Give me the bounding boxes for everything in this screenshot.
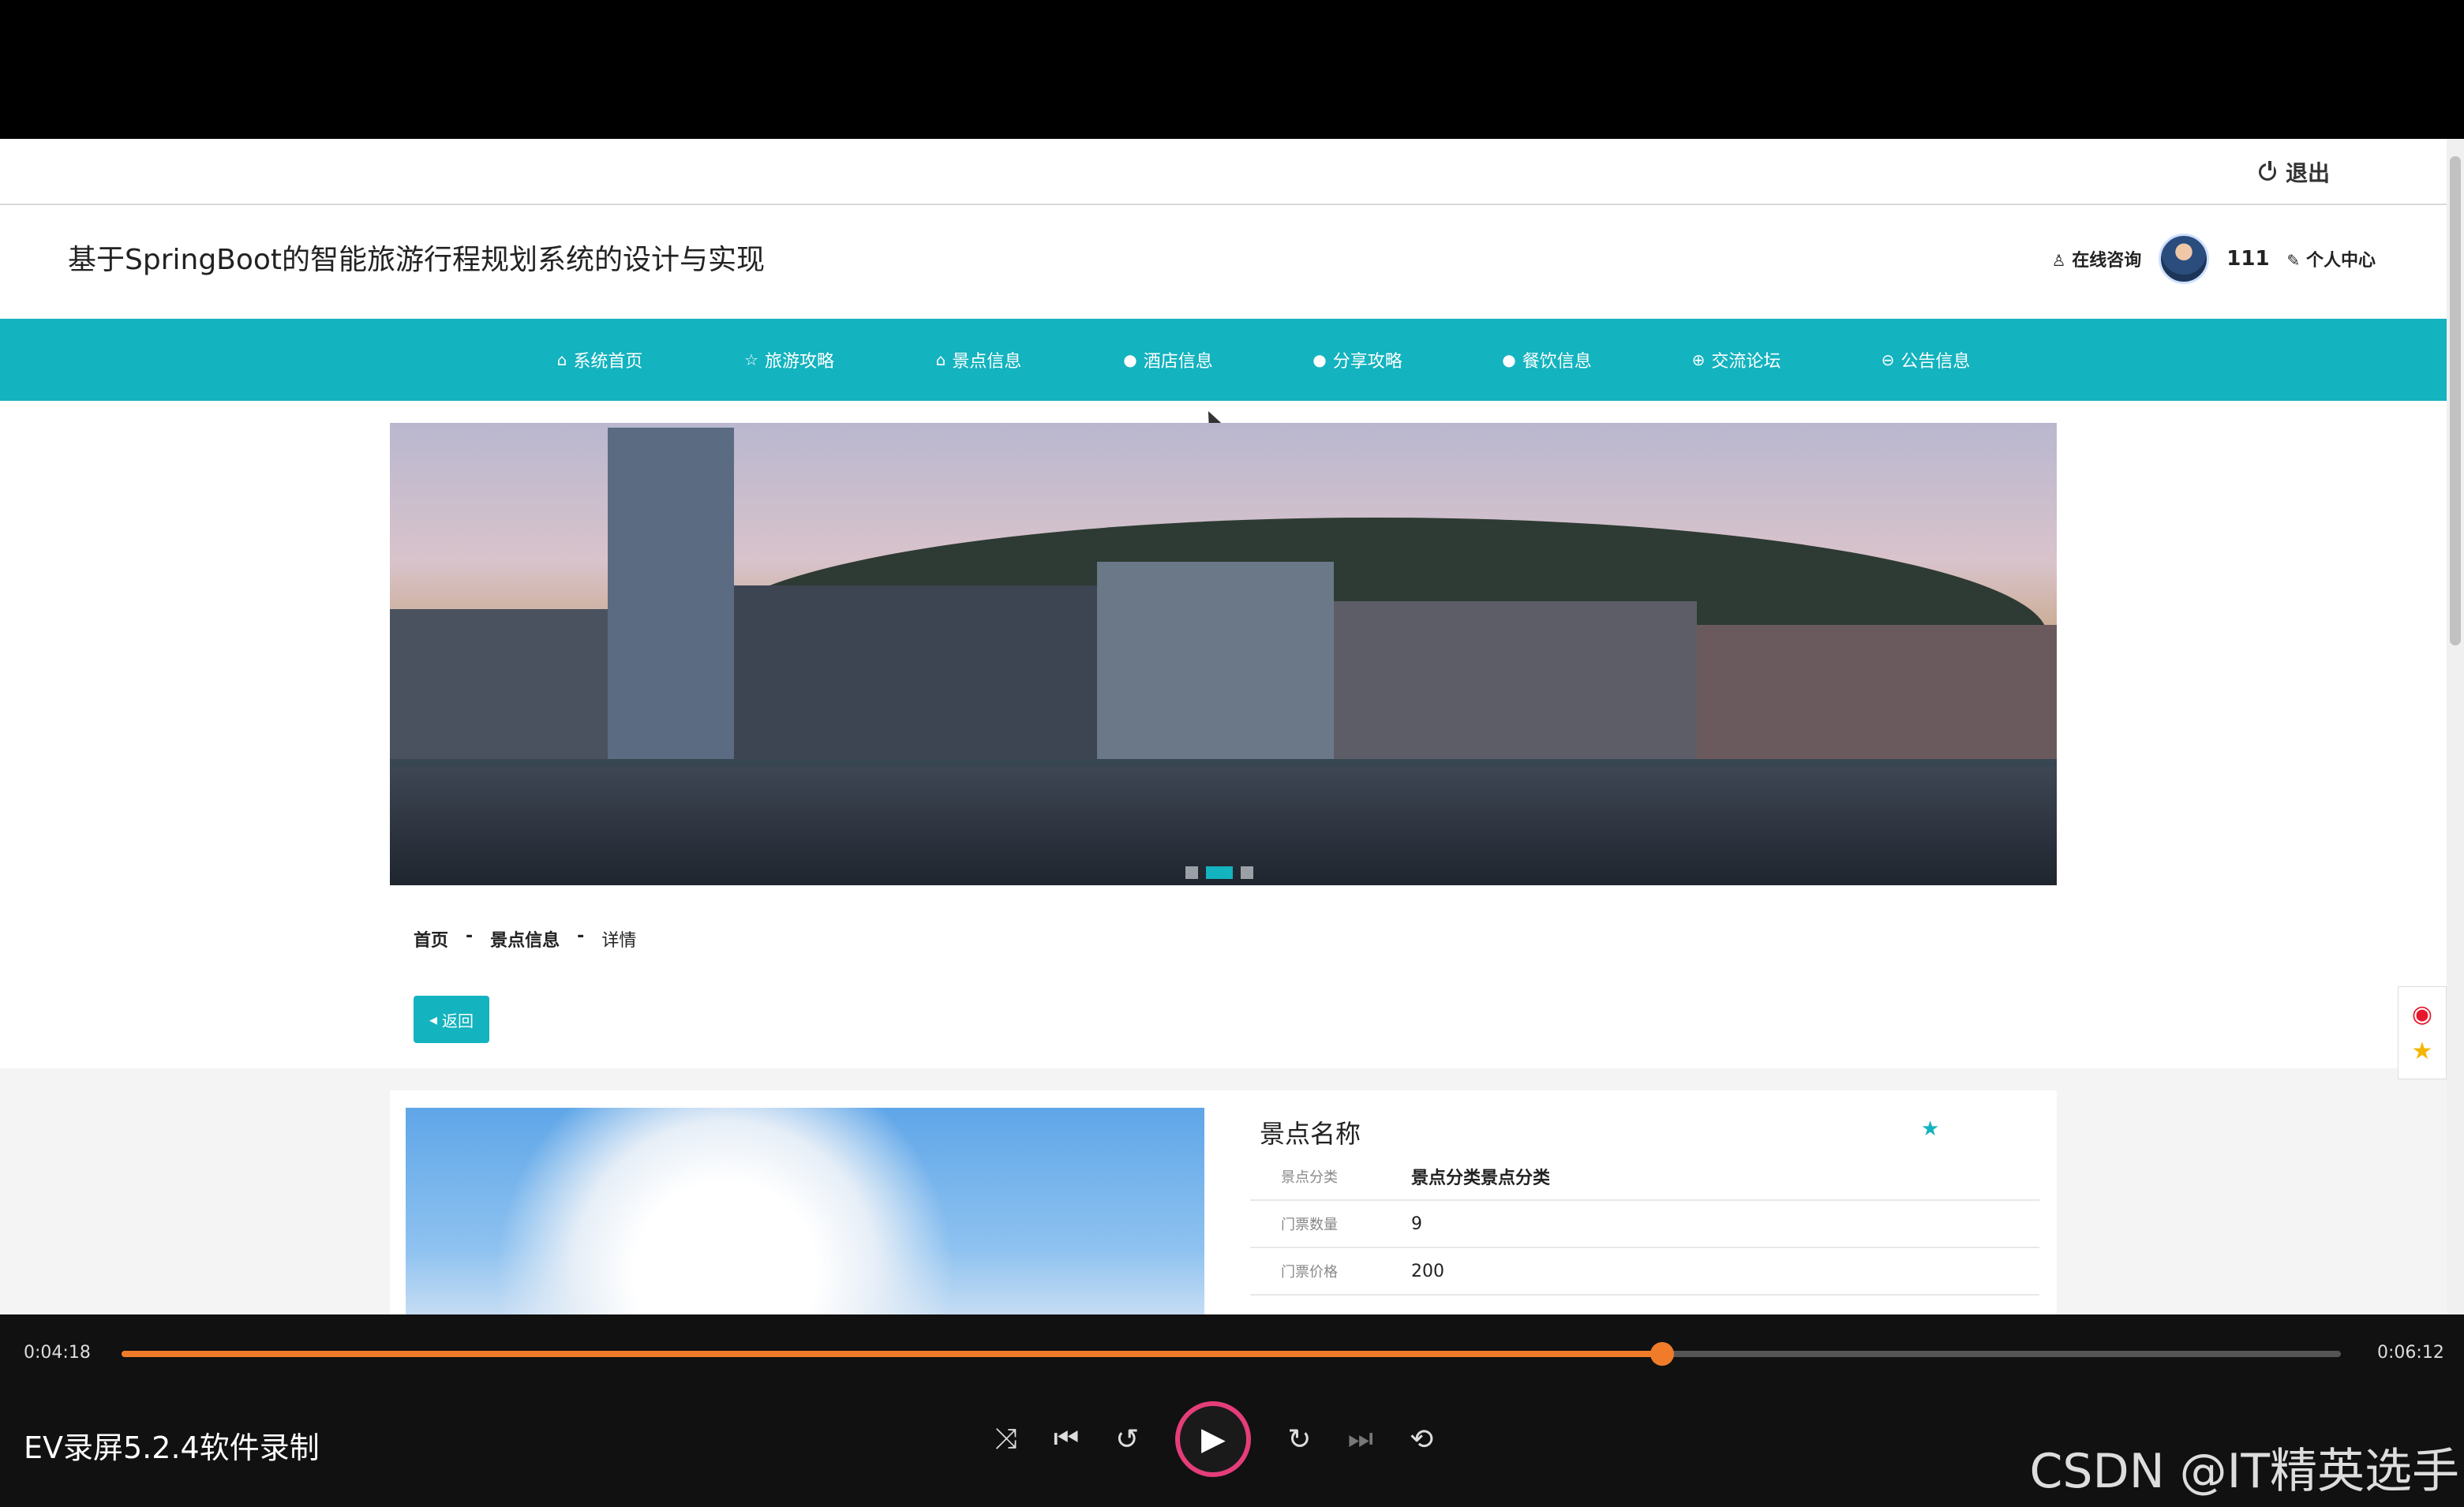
csdn-watermark: CSDN @IT精英选手 — [2029, 1444, 2459, 1499]
nav-label: 分享攻略 — [1332, 352, 1402, 372]
profile-link[interactable]: ✎ 个人中心 — [2287, 246, 2376, 271]
browser-page: 退出 基于SpringBoot的智能旅游行程规划系统的设计与实现 ♙ 在线咨询 … — [0, 139, 2464, 1314]
utility-bar: 退出 — [0, 139, 2447, 205]
caret-left-icon: ◂ — [429, 1010, 438, 1029]
current-time: 0:04:18 — [24, 1343, 91, 1363]
weibo-icon[interactable]: ◉ — [2412, 1000, 2432, 1028]
user-icon: ♙ — [2051, 251, 2066, 270]
banner-carousel[interactable] — [390, 423, 2057, 885]
detail-value: 200 — [1411, 1261, 1444, 1281]
back-label: 返回 — [442, 1011, 474, 1030]
carousel-indicators — [1185, 866, 1253, 879]
banner-building — [1334, 601, 1697, 759]
nav-item[interactable]: ● 餐饮信息 — [1452, 347, 1642, 372]
forward-30-icon[interactable]: ↻ — [1287, 1423, 1311, 1456]
spot-photo — [406, 1108, 1204, 1314]
detail-value: 景点分类景点分类 — [1411, 1169, 1551, 1188]
site-title: 基于SpringBoot的智能旅游行程规划系统的设计与实现 — [68, 244, 766, 276]
detail-label: 门票数量 — [1281, 1217, 1338, 1233]
profile-label: 个人中心 — [2305, 251, 2376, 271]
detail-row: 景点分类 景点分类景点分类 — [1250, 1154, 2039, 1201]
header-user-area: ♙ 在线咨询 111 ✎ 个人中心 — [2052, 234, 2376, 284]
player-controls: ⤨ ⏮ ↺ ▶ ↻ ⏭ ⟲ — [994, 1401, 1433, 1477]
nav-item[interactable]: ⌂ 景点信息 — [884, 347, 1073, 372]
breadcrumb: 首页 - 景点信息 - 详情 — [414, 926, 636, 952]
video-letterbox-top — [0, 0, 2464, 139]
breadcrumb-home[interactable]: 首页 — [414, 926, 448, 952]
nav-icon: ⊕ — [1691, 350, 1706, 369]
power-icon — [2258, 161, 2276, 181]
rewind-10-icon[interactable]: ↺ — [1115, 1423, 1139, 1456]
nav-label: 餐饮信息 — [1522, 352, 1592, 372]
scrollbar-thumb[interactable] — [2450, 156, 2461, 645]
nav-icon: ⌂ — [935, 350, 946, 369]
nav-item[interactable]: ⌂ 系统首页 — [505, 347, 695, 372]
main-nav: ⌂ 系统首页 ☆ 旅游攻略 ⌂ 景点信息 ● 酒店信息 ● 分享攻略 ● 餐饮信息 ⊕ 交流论坛 ⊖ 公告信息 — [0, 319, 2447, 401]
detail-rows: 景点分类 景点分类景点分类 门票数量 9 门票价格 200 — [1250, 1154, 2039, 1296]
breadcrumb-separator: - — [466, 926, 474, 946]
consult-label: 在线咨询 — [2072, 251, 2142, 271]
nav-icon: ● — [1502, 350, 1516, 369]
detail-row: 门票数量 9 — [1250, 1201, 2039, 1248]
next-icon[interactable]: ⏭ — [1348, 1423, 1373, 1456]
nav-icon: ● — [1313, 350, 1327, 369]
banner-building — [1097, 562, 1334, 759]
favorite-star-icon[interactable]: ★ — [1921, 1117, 1939, 1141]
nav-item[interactable]: ⊕ 交流论坛 — [1642, 347, 1831, 372]
detail-row: 门票价格 200 — [1250, 1248, 2039, 1296]
favorite-icon[interactable]: ★ — [2412, 1038, 2433, 1065]
nav-label: 公告信息 — [1900, 352, 1971, 372]
logout-button[interactable]: 退出 — [2258, 156, 2330, 188]
seek-progress — [122, 1351, 1662, 1357]
nav-item[interactable]: ☆ 旅游攻略 — [695, 347, 884, 372]
banner-building — [1697, 625, 2057, 759]
video-player-bar: 0:04:18 0:06:12 EV录屏5.2.4软件录制 ⤨ ⏮ ↺ ▶ ↻ … — [0, 1314, 2464, 1507]
detail-value: 9 — [1411, 1213, 1422, 1234]
back-button[interactable]: ◂ 返回 — [414, 996, 489, 1043]
carousel-dot[interactable] — [1206, 866, 1233, 879]
detail-label: 门票价格 — [1281, 1264, 1338, 1281]
nav-item[interactable]: ● 分享攻略 — [1263, 347, 1452, 372]
breadcrumb-current: 详情 — [601, 931, 637, 951]
nav-item[interactable]: ● 酒店信息 — [1073, 347, 1263, 372]
previous-icon[interactable]: ⏮ — [1054, 1423, 1079, 1456]
nav-list: ⌂ 系统首页 ☆ 旅游攻略 ⌂ 景点信息 ● 酒店信息 ● 分享攻略 ● 餐饮信息 ⊕ 交流论坛 ⊖ 公告信息 — [505, 319, 2020, 401]
spot-name: 景点名称 — [1260, 1119, 1361, 1149]
recording-title: EV录屏5.2.4软件录制 — [24, 1430, 320, 1465]
username: 111 — [2226, 247, 2270, 271]
breadcrumb-separator: - — [577, 926, 585, 946]
repeat-icon[interactable]: ⟲ — [1410, 1423, 1433, 1456]
carousel-dot[interactable] — [1241, 866, 1253, 879]
nav-icon: ☆ — [744, 350, 758, 369]
logout-label: 退出 — [2285, 160, 2330, 186]
site-header: 基于SpringBoot的智能旅游行程规划系统的设计与实现 ♙ 在线咨询 111… — [0, 205, 2447, 317]
nav-label: 系统首页 — [573, 352, 643, 372]
seek-handle[interactable] — [1650, 1342, 1674, 1366]
nav-icon: ⊖ — [1881, 350, 1895, 369]
banner-tower — [608, 428, 734, 759]
play-button[interactable]: ▶ — [1175, 1401, 1252, 1477]
nav-icon: ⌂ — [556, 350, 567, 369]
consult-link[interactable]: ♙ 在线咨询 — [2052, 246, 2142, 271]
edit-icon: ✎ — [2286, 251, 2301, 270]
detail-card: 景点名称 ★ 景点分类 景点分类景点分类 门票数量 9 门票价格 200 — [390, 1090, 2057, 1314]
banner-building — [390, 609, 608, 759]
nav-label: 交流论坛 — [1711, 352, 1781, 372]
total-time: 0:06:12 — [2377, 1343, 2444, 1363]
breadcrumb-section[interactable]: 景点信息 — [490, 926, 560, 952]
seek-bar[interactable] — [122, 1342, 2341, 1366]
shuffle-icon[interactable]: ⤨ — [994, 1423, 1017, 1456]
nav-icon: ● — [1123, 350, 1137, 369]
avatar[interactable] — [2159, 234, 2210, 284]
page-scrollbar[interactable] — [2447, 139, 2464, 1314]
banner-building — [734, 585, 1097, 759]
nav-item[interactable]: ⊖ 公告信息 — [1831, 347, 2020, 372]
nav-label: 景点信息 — [952, 352, 1022, 372]
nav-label: 旅游攻略 — [764, 352, 834, 372]
detail-label: 景点分类 — [1281, 1169, 1338, 1186]
carousel-dot[interactable] — [1185, 866, 1198, 879]
nav-label: 酒店信息 — [1143, 352, 1213, 372]
share-widget: ◉ ★ — [2398, 986, 2447, 1079]
